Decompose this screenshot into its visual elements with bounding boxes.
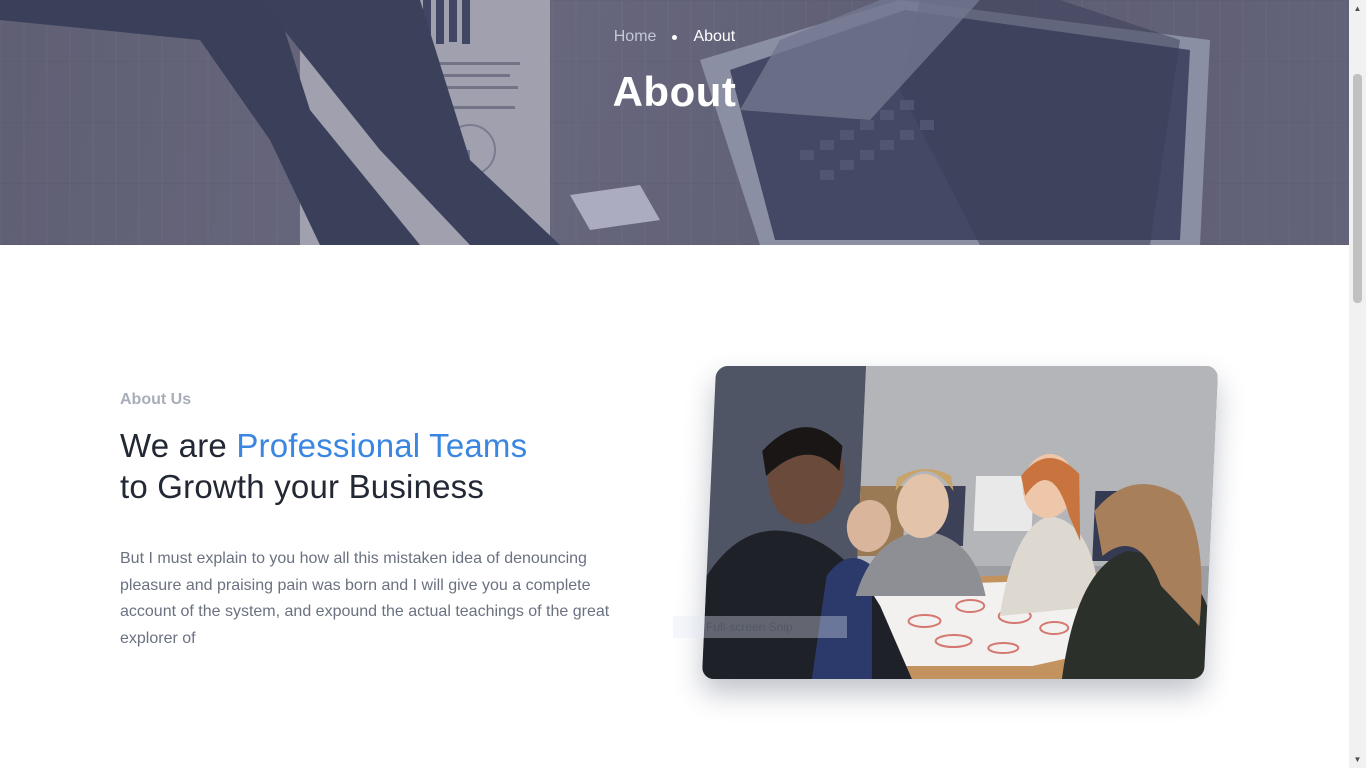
scroll-down-arrow-icon[interactable]: ▼ xyxy=(1349,751,1366,768)
heading-line2: to Growth your Business xyxy=(120,468,485,505)
heading-accent: Professional Teams xyxy=(236,427,528,464)
heading-prefix: We are xyxy=(120,427,237,464)
page-title: About xyxy=(612,68,737,115)
scroll-up-arrow-icon[interactable]: ▲ xyxy=(1349,0,1366,17)
about-section: About Us We are Professional Teams to Gr… xyxy=(120,389,650,652)
section-eyebrow: About Us xyxy=(120,391,192,408)
section-heading: We are Professional Teams to Growth your… xyxy=(120,425,650,507)
snip-tooltip: Full-screen Snip xyxy=(673,616,847,638)
page-hero-banner: Home About About xyxy=(0,0,1349,245)
about-description: But I must explain to you how all this m… xyxy=(120,550,610,647)
breadcrumb: Home About xyxy=(0,27,1349,47)
breadcrumb-current: About xyxy=(693,28,736,45)
breadcrumb-separator-dot xyxy=(672,34,678,40)
breadcrumb-home-link[interactable]: Home xyxy=(614,27,657,47)
scrollbar-thumb[interactable] xyxy=(1353,74,1362,303)
vertical-scrollbar[interactable]: ▲ ▼ xyxy=(1349,0,1366,768)
